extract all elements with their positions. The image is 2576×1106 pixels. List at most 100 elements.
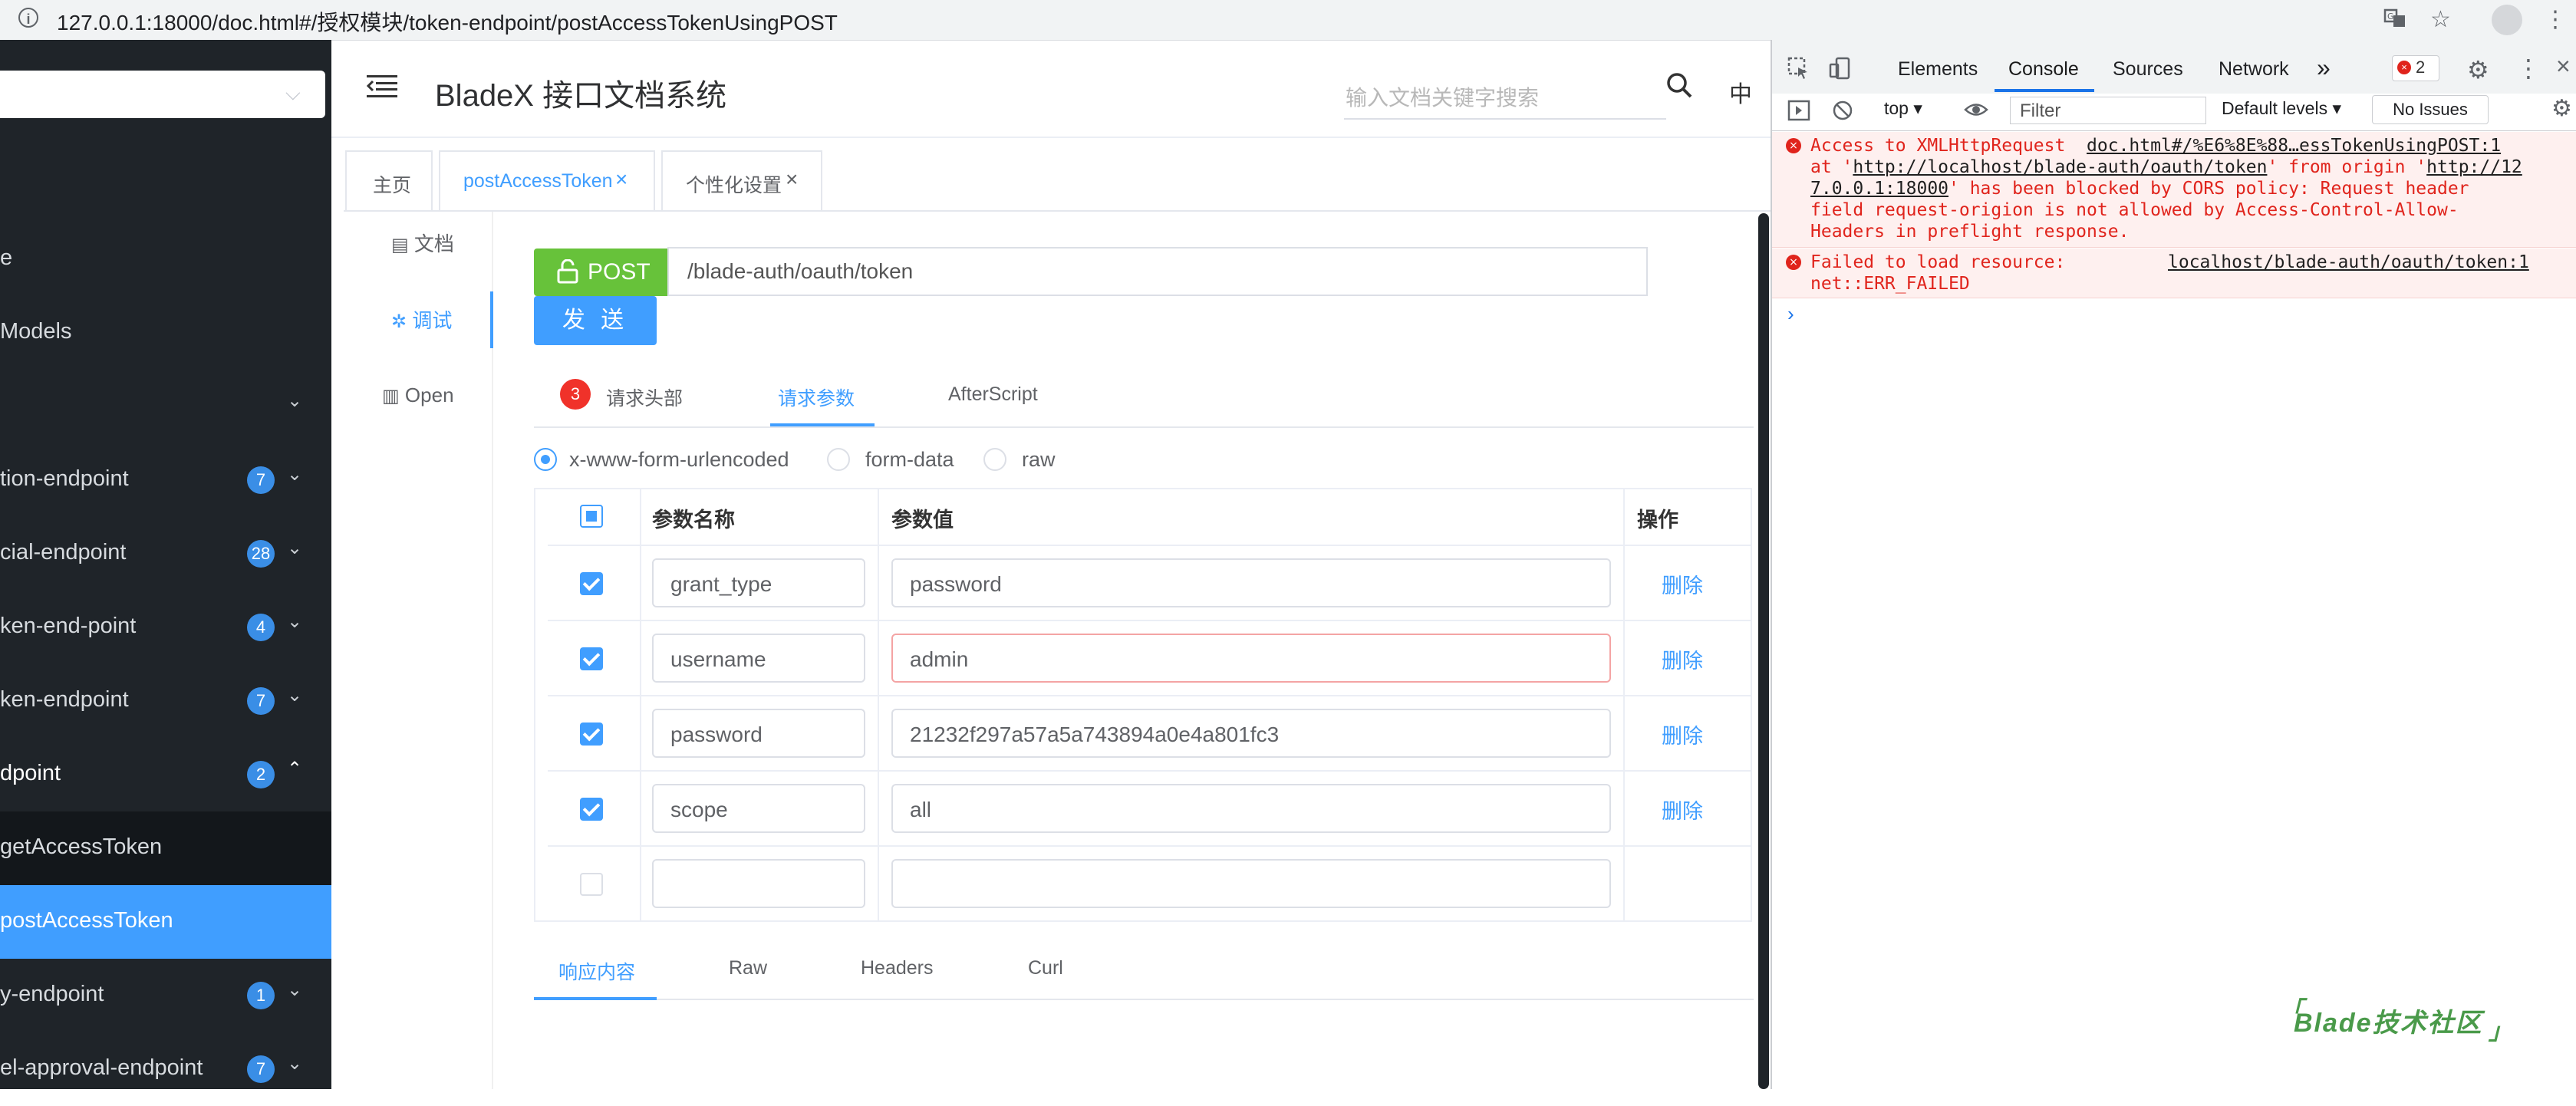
- source-link[interactable]: localhost/blade-auth/oauth/token:1: [2168, 252, 2529, 273]
- clear-console-icon[interactable]: [1832, 100, 1853, 125]
- devtools-menu-icon[interactable]: ⋮: [2516, 54, 2541, 83]
- sidebar-group[interactable]: tion-endpoint 7 ⌄: [0, 443, 331, 517]
- tab-response-headers[interactable]: Headers: [861, 957, 934, 979]
- request-url-input[interactable]: /blade-auth/oauth/token: [667, 247, 1648, 296]
- tab-response-content[interactable]: 响应内容: [558, 957, 635, 985]
- param-value-input[interactable]: admin: [891, 634, 1611, 683]
- doc-search-input[interactable]: 输入文档关键字搜索: [1344, 67, 1666, 120]
- radio-form-data[interactable]: [827, 448, 850, 471]
- row-checkbox[interactable]: [580, 647, 603, 670]
- console-settings-gear-icon[interactable]: ⚙: [2551, 95, 2572, 122]
- menu-fold-icon[interactable]: [366, 74, 397, 98]
- tab-response-raw[interactable]: Raw: [729, 957, 767, 979]
- param-name-input[interactable]: [652, 859, 865, 908]
- devtools-tab-network[interactable]: Network: [2219, 58, 2289, 81]
- side-nav-debug[interactable]: ✲ 调试: [391, 305, 452, 334]
- request-url-link[interactable]: http://localhost/blade-auth/oauth/token: [1853, 157, 2267, 177]
- more-tabs-icon[interactable]: »: [2317, 54, 2331, 82]
- radio-urlencoded[interactable]: [534, 448, 557, 471]
- close-icon[interactable]: ×: [786, 167, 798, 192]
- error-count-badge[interactable]: × 2: [2392, 55, 2439, 81]
- sidebar-item[interactable]: e: [0, 222, 331, 296]
- close-devtools-icon[interactable]: ×: [2556, 52, 2571, 81]
- sidebar-group[interactable]: ken-end-point 4 ⌄: [0, 591, 331, 664]
- tab-request-params[interactable]: 请求参数: [778, 383, 855, 411]
- delete-row-link[interactable]: 删除: [1662, 719, 1703, 749]
- chevron-down-icon: ⌄: [287, 390, 303, 411]
- sidebar-group-token-endpoint[interactable]: dpoint 2 ⌃: [0, 738, 331, 811]
- radio-raw[interactable]: [983, 448, 1006, 471]
- param-name-input[interactable]: scope: [652, 784, 865, 833]
- site-info-icon[interactable]: i: [18, 8, 38, 28]
- sidebar-group[interactable]: el-approval-endpoint 7 ⌄: [0, 1032, 331, 1106]
- sidebar-item-getaccesstoken[interactable]: getAccessToken: [0, 811, 331, 885]
- param-name-input[interactable]: username: [652, 634, 865, 683]
- settings-gear-icon[interactable]: ⚙: [2467, 55, 2489, 84]
- radio-label: form-data: [865, 448, 954, 471]
- tab-request-headers[interactable]: 请求头部: [606, 383, 683, 411]
- language-switch[interactable]: 中: [1729, 75, 1752, 109]
- param-value-input[interactable]: password: [891, 558, 1611, 607]
- inspect-element-icon[interactable]: [1787, 57, 1810, 84]
- main-scrollbar[interactable]: [1758, 213, 1769, 1089]
- live-expression-eye-icon[interactable]: [1964, 100, 1988, 123]
- sidebar-group[interactable]: y-endpoint 1 ⌄: [0, 959, 331, 1032]
- row-checkbox[interactable]: [580, 723, 603, 746]
- param-value-input[interactable]: 21232f297a57a5a743894a0e4a801fc3: [891, 709, 1611, 758]
- browser-menu-icon[interactable]: ⋮: [2544, 6, 2567, 33]
- delete-row-link[interactable]: 删除: [1662, 795, 1703, 825]
- issues-button[interactable]: No Issues: [2372, 95, 2489, 124]
- console-prompt[interactable]: ›: [1787, 302, 1794, 326]
- delete-row-link[interactable]: 删除: [1662, 569, 1703, 599]
- side-nav-doc[interactable]: ▤ 文档: [391, 229, 454, 257]
- origin-link[interactable]: 7.0.0.1:18000: [1810, 179, 1948, 199]
- context-select[interactable]: top ▾: [1884, 98, 1922, 119]
- close-icon[interactable]: ×: [615, 167, 628, 192]
- tab-settings[interactable]: 个性化设置 ×: [661, 150, 822, 210]
- context-label: top: [1884, 98, 1909, 118]
- message-text: Access to XMLHttpRequest: [1810, 136, 2087, 156]
- sidebar-item-models[interactable]: Models: [0, 296, 331, 370]
- bookmark-star-icon[interactable]: ☆: [2430, 6, 2451, 33]
- console-filter-input[interactable]: Filter: [2010, 97, 2206, 124]
- origin-link[interactable]: http://12: [2426, 157, 2522, 177]
- devtools-active-tab-underline: [1995, 89, 2094, 92]
- delete-row-link[interactable]: 删除: [1662, 644, 1703, 674]
- devtools-tab-console[interactable]: Console: [2008, 58, 2079, 81]
- bracket-decoration: 」: [2489, 1019, 2513, 1045]
- log-levels-select[interactable]: Default levels ▾: [2222, 98, 2341, 119]
- tab-afterscript[interactable]: AfterScript: [948, 383, 1038, 406]
- profile-avatar-icon[interactable]: [2492, 5, 2522, 35]
- row-checkbox[interactable]: [580, 572, 603, 595]
- sidebar-item-postaccesstoken[interactable]: postAccessToken: [0, 885, 331, 959]
- row-checkbox[interactable]: [580, 798, 603, 821]
- param-name-input[interactable]: password: [652, 709, 865, 758]
- device-toolbar-icon[interactable]: [1829, 57, 1852, 84]
- devtools-tab-sources[interactable]: Sources: [2113, 58, 2183, 81]
- sidebar-item-label: ken-endpoint: [0, 687, 129, 712]
- tab-response-curl[interactable]: Curl: [1028, 957, 1063, 979]
- count-badge: 28: [247, 540, 275, 568]
- select-all-checkbox[interactable]: [580, 505, 603, 528]
- search-icon[interactable]: [1665, 71, 1695, 101]
- sidebar-toggle-icon[interactable]: [1787, 100, 1810, 125]
- side-nav-open[interactable]: ▥ Open: [382, 383, 454, 407]
- tab-postaccesstoken[interactable]: postAccessToken ×: [439, 150, 655, 210]
- sidebar-group[interactable]: ken-endpoint 7 ⌄: [0, 664, 331, 738]
- devtools-tab-elements[interactable]: Elements: [1898, 58, 1978, 81]
- group-select[interactable]: ⌵: [0, 71, 325, 118]
- tab-home[interactable]: 主页: [345, 150, 433, 210]
- chevron-down-icon: ⌄: [287, 538, 303, 558]
- url-text[interactable]: 127.0.0.1:18000/doc.html#/授权模块/token-end…: [57, 6, 838, 37]
- sidebar-item-label: ken-end-point: [0, 614, 137, 638]
- translate-icon[interactable]: G: [2383, 6, 2407, 37]
- source-link[interactable]: doc.html#/%E6%8E%88…essTokenUsingPOST:1: [2087, 136, 2501, 156]
- param-value-input[interactable]: [891, 859, 1611, 908]
- error-icon: ×: [1786, 138, 1801, 153]
- send-button[interactable]: 发 送: [534, 296, 657, 345]
- sidebar-group[interactable]: cial-endpoint 28 ⌄: [0, 517, 331, 591]
- row-checkbox[interactable]: [580, 873, 603, 896]
- param-name-input[interactable]: grant_type: [652, 558, 865, 607]
- sidebar-group[interactable]: ⌄: [0, 370, 331, 443]
- param-value-input[interactable]: all: [891, 784, 1611, 833]
